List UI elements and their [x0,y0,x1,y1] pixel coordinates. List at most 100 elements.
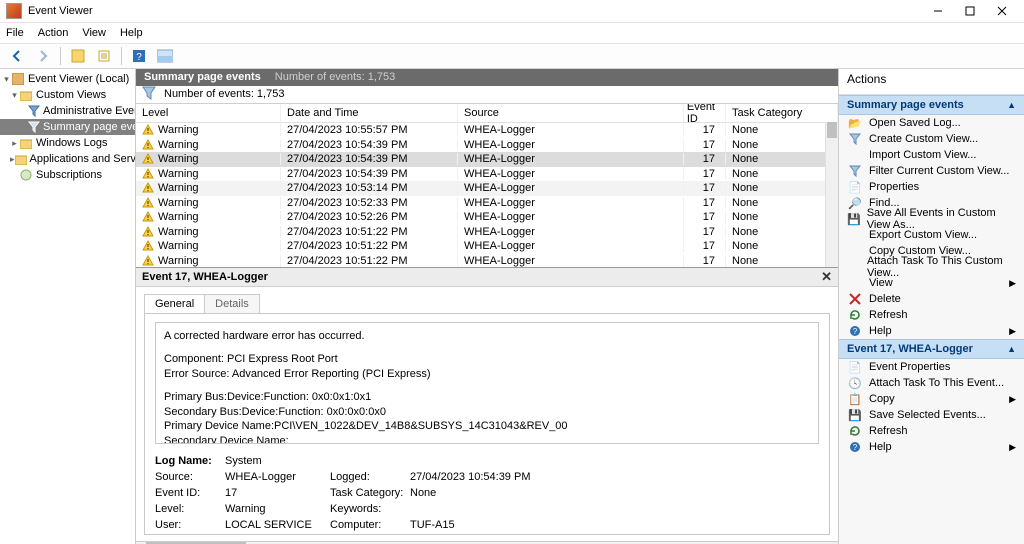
grid-header-title: Summary page events [144,71,261,83]
properties-icon[interactable] [93,45,115,67]
tree-admin-events[interactable]: Administrative Events [0,103,135,119]
grid-header-count: Number of events: 1,753 [275,71,395,83]
chevron-right-icon: ▶ [1009,442,1016,453]
action-open-saved-log[interactable]: 📂Open Saved Log... [839,115,1024,131]
tab-general[interactable]: General [144,294,205,313]
kv-val: LOCAL SERVICE [225,518,330,533]
tree-windows-logs[interactable]: ▸Windows Logs [0,135,135,151]
folder-icon [19,88,33,102]
chevron-right-icon: ▶ [1009,394,1016,405]
scrollbar-thumb[interactable] [827,122,837,138]
table-row[interactable]: Warning27/04/2023 10:52:33 PMWHEA-Logger… [136,196,838,211]
maximize-button[interactable] [954,1,986,21]
kv-key: Logged: [330,470,410,485]
grid-subheader-label: Number of events: 1,753 [164,88,284,100]
action-filter-current-view[interactable]: Filter Current Custom View... [839,163,1024,179]
vertical-scrollbar[interactable] [825,122,838,267]
table-row[interactable]: Warning27/04/2023 10:52:26 PMWHEA-Logger… [136,210,838,225]
menu-file[interactable]: File [6,27,24,39]
action-attach-task-event[interactable]: 🕓Attach Task To This Event... [839,375,1024,391]
action-refresh[interactable]: Refresh [839,307,1024,323]
tree-root[interactable]: ▾Event Viewer (Local) [0,71,135,87]
table-row[interactable]: Warning27/04/2023 10:54:39 PMWHEA-Logger… [136,152,838,167]
table-row[interactable]: Warning27/04/2023 10:54:39 PMWHEA-Logger… [136,138,838,153]
col-source[interactable]: Source [458,104,684,122]
kv-key: Level: [155,502,225,517]
chevron-up-icon: ▲ [1007,100,1016,110]
table-row[interactable]: Warning27/04/2023 10:51:22 PMWHEA-Logger… [136,225,838,240]
action-delete[interactable]: Delete [839,291,1024,307]
msg-line: Secondary Device Name: [164,434,810,444]
preview-pane-icon[interactable] [154,45,176,67]
menu-view[interactable]: View [82,27,106,39]
col-date[interactable]: Date and Time [281,104,458,122]
action-copy[interactable]: 📋Copy▶ [839,391,1024,407]
help-icon: ? [847,323,863,339]
tree-custom-views[interactable]: ▾Custom Views [0,87,135,103]
detail-header: Event 17, WHEA-Logger ✕ [136,268,838,287]
col-taskcategory[interactable]: Task Category [726,104,838,122]
actions-section-event[interactable]: Event 17, WHEA-Logger▲ [839,339,1024,359]
table-row[interactable]: Warning27/04/2023 10:51:22 PMWHEA-Logger… [136,239,838,254]
table-row[interactable]: Warning27/04/2023 10:53:14 PMWHEA-Logger… [136,181,838,196]
filter-icon[interactable] [67,45,89,67]
msg-line: Secondary Bus:Device:Function: 0x0:0x0:0… [164,405,810,420]
col-level[interactable]: Level [136,104,281,122]
chevron-right-icon: ▶ [1009,278,1016,289]
action-help[interactable]: ?Help▶ [839,323,1024,339]
help-icon[interactable]: ? [128,45,150,67]
close-button[interactable] [986,1,1018,21]
action-import-custom-view[interactable]: Import Custom View... [839,147,1024,163]
svg-text:?: ? [136,52,142,63]
forward-button[interactable] [32,45,54,67]
blank-icon [847,259,861,275]
table-row[interactable]: Warning27/04/2023 10:51:22 PMWHEA-Logger… [136,254,838,269]
open-log-icon: 📂 [847,115,863,131]
filter-view-icon [28,104,40,118]
table-row[interactable]: Warning27/04/2023 10:54:39 PMWHEA-Logger… [136,167,838,182]
action-refresh-2[interactable]: Refresh [839,423,1024,439]
blank-icon [847,243,863,259]
kv-key: Computer: [330,518,410,533]
actions-section-view[interactable]: Summary page events▲ [839,95,1024,115]
close-detail-button[interactable]: ✕ [821,269,832,285]
events-list: Level Date and Time Source Event ID Task… [136,104,838,268]
menu-help[interactable]: Help [120,27,143,39]
table-row[interactable]: Warning27/04/2023 10:55:57 PMWHEA-Logger… [136,123,838,138]
toolbar-separator [60,47,61,65]
menu-action[interactable]: Action [38,27,69,39]
subscriptions-icon [19,168,33,182]
properties-icon: 📄 [847,179,863,195]
tree-apps-services-logs[interactable]: ▸Applications and Services Logs [0,151,135,167]
action-properties[interactable]: 📄Properties [839,179,1024,195]
kv-val: TUF-A15 [410,518,590,533]
tree-summary-page-events[interactable]: Summary page events [0,119,135,135]
kv-key: User: [155,518,225,533]
help-icon: ? [847,439,863,455]
action-attach-task-view[interactable]: Attach Task To This Custom View... [839,259,1024,275]
kv-key: Event ID: [155,486,225,501]
folder-icon [15,152,27,166]
action-view[interactable]: View▶ [839,275,1024,291]
action-export-custom-view[interactable]: Export Custom View... [839,227,1024,243]
action-create-custom-view[interactable]: Create Custom View... [839,131,1024,147]
tab-details[interactable]: Details [204,294,260,313]
action-save-all-events[interactable]: 💾Save All Events in Custom View As... [839,211,1024,227]
kv-val: System [225,454,330,469]
kv-key: Task Category: [330,486,410,501]
back-button[interactable] [6,45,28,67]
find-icon: 🔎 [847,195,863,211]
action-event-properties[interactable]: 📄Event Properties [839,359,1024,375]
action-save-selected[interactable]: 💾Save Selected Events... [839,407,1024,423]
event-message-box: A corrected hardware error has occurred.… [155,322,819,444]
blank-icon [847,275,863,291]
action-help-2[interactable]: ?Help▶ [839,439,1024,455]
col-eventid[interactable]: Event ID [684,104,726,122]
tree-label: Custom Views [36,89,106,101]
minimize-button[interactable] [922,1,954,21]
task-icon: 🕓 [847,375,863,391]
refresh-icon [847,307,863,323]
properties-icon: 📄 [847,359,863,375]
kv-val: Warning [225,502,330,517]
tree-subscriptions[interactable]: Subscriptions [0,167,135,183]
